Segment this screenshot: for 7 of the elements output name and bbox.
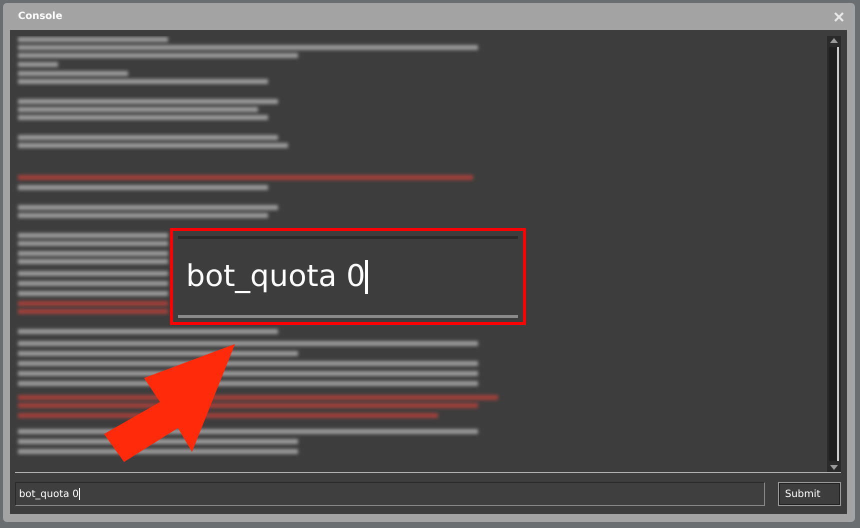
scrollbar[interactable] — [827, 36, 841, 472]
down-arrow-icon[interactable] — [830, 465, 838, 470]
up-arrow-icon[interactable] — [830, 38, 838, 43]
callout-text: bot_quota 0 — [186, 259, 366, 294]
window-title: Console — [17, 11, 62, 22]
submit-button[interactable]: Submit — [778, 482, 841, 506]
command-input-field[interactable]: bot_quota 0 — [15, 482, 765, 506]
